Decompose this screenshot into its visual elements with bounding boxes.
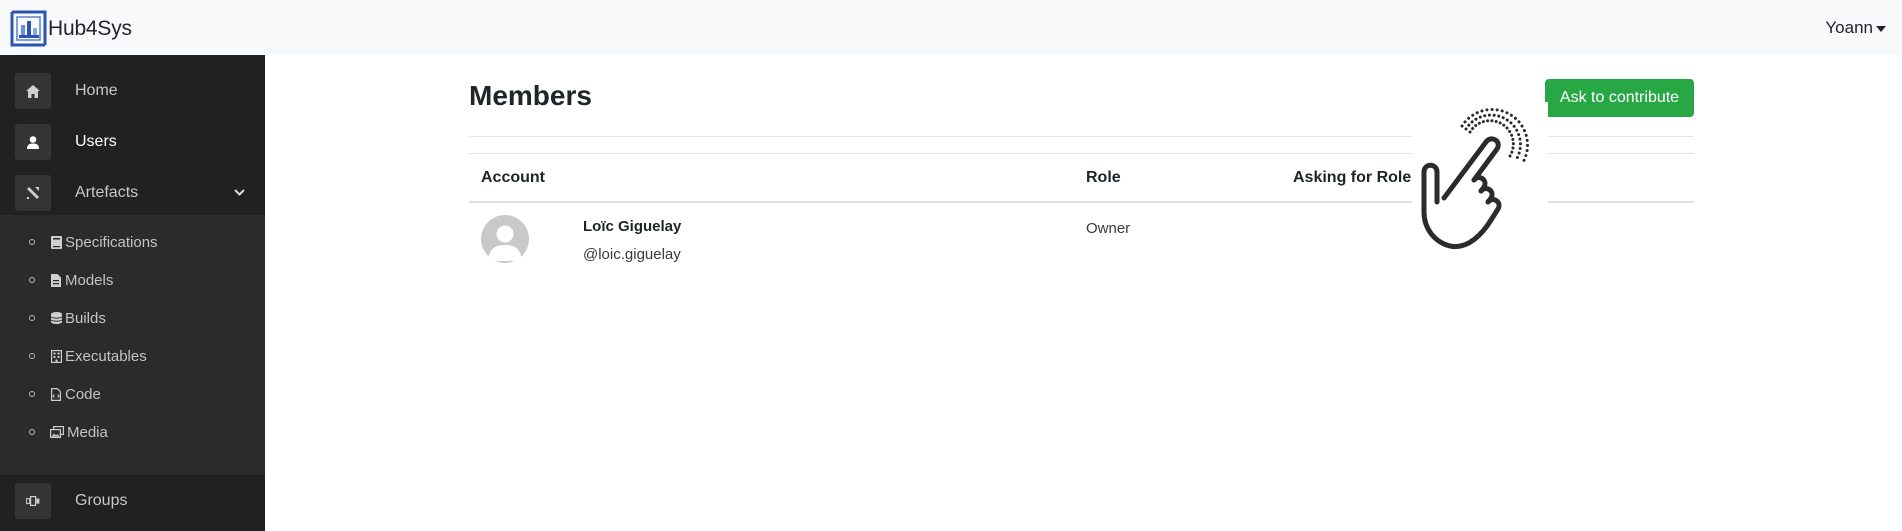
sidebar-item-specifications[interactable]: Specifications bbox=[0, 227, 265, 257]
bullet-icon bbox=[29, 429, 35, 435]
groups-icon bbox=[15, 483, 51, 519]
user-name: Yoann bbox=[1825, 18, 1873, 37]
images-icon bbox=[50, 425, 64, 439]
bullet-icon bbox=[29, 353, 35, 359]
sidebar-item-artefacts[interactable]: Artefacts bbox=[0, 168, 265, 218]
code-file-icon bbox=[50, 387, 62, 401]
sidebar-item-label: Media bbox=[67, 423, 108, 441]
bullet-icon bbox=[29, 239, 35, 245]
book-icon bbox=[50, 235, 62, 249]
sidebar-item-code[interactable]: Code bbox=[0, 379, 265, 409]
sidebar-item-label: Builds bbox=[65, 309, 106, 327]
database-icon bbox=[50, 311, 62, 325]
sidebar-item-label: Artefacts bbox=[75, 184, 139, 201]
tap-hand-icon bbox=[1412, 102, 1548, 252]
sidebar-item-home[interactable]: Home bbox=[0, 66, 265, 116]
sidebar-item-label: Specifications bbox=[65, 233, 158, 251]
bullet-icon bbox=[29, 391, 35, 397]
sidebar-item-label: Models bbox=[65, 271, 114, 289]
file-icon bbox=[50, 273, 62, 287]
sidebar: Home Users Artefacts Specifications Mode… bbox=[0, 55, 265, 531]
tools-icon bbox=[15, 175, 51, 211]
caret-down-icon bbox=[1876, 25, 1886, 32]
sidebar-item-models[interactable]: Models bbox=[0, 265, 265, 295]
user-icon bbox=[15, 124, 51, 160]
sidebar-item-label: Users bbox=[75, 133, 117, 150]
hub4sys-logo-icon bbox=[10, 10, 47, 47]
user-menu-toggle[interactable]: Yoann bbox=[1825, 18, 1886, 38]
building-icon bbox=[50, 349, 62, 363]
member-handle: @loic.giguelay bbox=[583, 246, 681, 263]
brand-link[interactable]: Hub4Sys bbox=[10, 10, 132, 47]
sidebar-item-label: Code bbox=[65, 385, 101, 403]
sidebar-item-executables[interactable]: Executables bbox=[0, 341, 265, 371]
sidebar-item-label: Executables bbox=[65, 347, 147, 365]
ask-to-contribute-button[interactable]: Ask to contribute bbox=[1545, 79, 1694, 117]
sidebar-item-builds[interactable]: Builds bbox=[0, 303, 265, 333]
column-header-account: Account bbox=[481, 169, 545, 186]
bullet-icon bbox=[29, 315, 35, 321]
sidebar-item-media[interactable]: Media bbox=[0, 417, 265, 447]
chevron-down-icon bbox=[234, 189, 245, 196]
home-icon bbox=[15, 73, 51, 109]
column-header-role: Role bbox=[1086, 169, 1121, 186]
member-name: Loïc Giguelay bbox=[583, 218, 682, 235]
page-title: Members bbox=[469, 80, 592, 111]
member-role: Owner bbox=[1086, 220, 1131, 237]
artefacts-submenu: Specifications Models Builds Executables bbox=[0, 215, 265, 475]
bullet-icon bbox=[29, 277, 35, 283]
brand-name: Hub4Sys bbox=[48, 16, 132, 40]
column-header-asking-for-role: Asking for Role bbox=[1293, 169, 1412, 186]
sidebar-item-users[interactable]: Users bbox=[0, 117, 265, 167]
sidebar-item-groups[interactable]: Groups bbox=[0, 476, 265, 526]
sidebar-item-label: Home bbox=[75, 82, 118, 99]
sidebar-item-label: Groups bbox=[75, 492, 128, 509]
top-navbar: Hub4Sys Yoann bbox=[0, 0, 1902, 55]
avatar bbox=[481, 215, 529, 263]
